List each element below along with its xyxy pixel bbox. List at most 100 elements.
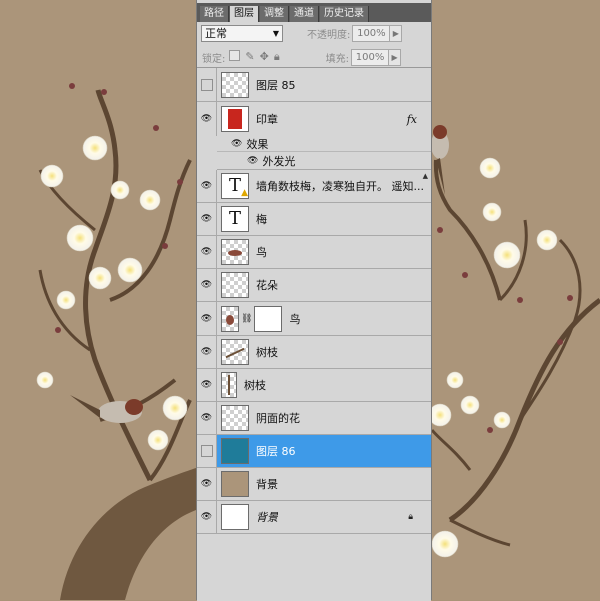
visibility-toggle[interactable]: 👁︎ xyxy=(197,302,217,335)
layer-thumbnail xyxy=(221,339,249,365)
layer-thumbnail xyxy=(221,106,249,132)
eye-icon: 👁︎ xyxy=(200,214,213,224)
blend-opacity-row: 正常 ▼ 不透明度: 100% ▶ xyxy=(197,22,431,44)
visibility-toggle[interactable]: 👁︎ xyxy=(197,203,217,235)
layer-row[interactable]: 图层 86 xyxy=(197,435,431,468)
layer-thumbnail xyxy=(221,305,239,332)
layer-name: 图层 85 xyxy=(256,78,296,92)
layer-thumbnail xyxy=(221,504,249,530)
bird-icon xyxy=(226,314,234,325)
visibility-toggle[interactable]: 👁︎ xyxy=(197,402,217,434)
effect-item-row[interactable]: 👁︎ 外发光 xyxy=(217,152,431,170)
tab-paths[interactable]: 路径 xyxy=(200,6,229,22)
effects-row[interactable]: 👁︎ 效果 xyxy=(217,136,431,152)
layer-thumbnail xyxy=(221,438,249,464)
layer-thumbnail: T xyxy=(221,206,249,232)
lock-brush-icon[interactable]: ✎ xyxy=(245,50,254,64)
blend-mode-select[interactable]: 正常 ▼ xyxy=(201,24,283,42)
visibility-toggle[interactable] xyxy=(197,68,217,101)
layer-row[interactable]: 👁︎ 花朵 xyxy=(197,269,431,302)
mask-link-icon[interactable]: ⛓ xyxy=(241,314,252,324)
eye-icon: 👁︎ xyxy=(200,380,213,390)
visibility-toggle[interactable]: 👁︎ xyxy=(197,170,217,202)
eye-icon: 👁︎ xyxy=(200,181,213,191)
seal-icon xyxy=(228,109,242,129)
fill-arrow-icon[interactable]: ▶ xyxy=(389,48,402,66)
layer-row[interactable]: 👁︎ 背景 🔒︎ xyxy=(197,501,431,534)
layer-name: 背景 xyxy=(256,511,278,524)
visibility-toggle[interactable]: 👁︎ xyxy=(197,102,217,136)
eye-icon: 👁︎ xyxy=(231,138,243,149)
eye-icon: 👁︎ xyxy=(200,114,213,124)
layer-row[interactable]: 👁︎ 背景 xyxy=(197,468,431,501)
lock-transparent-icon[interactable] xyxy=(229,50,241,61)
eye-icon: 👁︎ xyxy=(200,512,213,522)
tab-adjustments[interactable]: 调整 xyxy=(260,6,289,22)
lock-move-icon[interactable]: ✥ xyxy=(260,50,269,64)
bird-icon xyxy=(228,250,242,256)
eye-icon: 👁︎ xyxy=(200,280,213,290)
eye-icon: 👁︎ xyxy=(200,313,213,324)
layer-name: 树枝 xyxy=(244,379,266,392)
opacity-label: 不透明度: xyxy=(307,29,351,41)
visibility-toggle[interactable]: 👁︎ xyxy=(197,369,217,401)
warning-icon: ▲ xyxy=(241,188,248,198)
layer-name: 树枝 xyxy=(256,346,278,359)
layer-row[interactable]: 👁︎ T ▲ 墙角数枝梅，凌寒独自开。 遥知... xyxy=(197,170,431,203)
visibility-toggle[interactable]: 👁︎ xyxy=(197,501,217,533)
effects-label: 效果 xyxy=(246,137,269,151)
fill-field[interactable]: 100% xyxy=(351,48,390,66)
layer-thumbnail xyxy=(221,71,249,98)
visibility-toggle[interactable]: 👁︎ xyxy=(197,336,217,368)
layer-name: 鸟 xyxy=(289,312,301,326)
layer-mask-thumbnail[interactable] xyxy=(254,305,283,332)
tab-channels[interactable]: 通道 xyxy=(290,6,319,22)
layer-thumbnail xyxy=(221,239,249,265)
hidden-box-icon xyxy=(200,78,213,91)
layer-name: 阴面的花 xyxy=(256,412,300,425)
tab-history[interactable]: 历史记录 xyxy=(320,6,369,22)
layer-thumbnail xyxy=(221,372,237,398)
layer-row[interactable]: 👁︎ 印章 fx xyxy=(197,102,431,136)
layer-name: 梅 xyxy=(256,213,267,226)
chevron-down-icon: ▼ xyxy=(272,28,279,38)
opacity-arrow-icon[interactable]: ▶ xyxy=(390,24,403,42)
layer-thumbnail xyxy=(221,272,249,298)
layer-row[interactable]: 图层 85 xyxy=(197,68,431,102)
layer-name: 花朵 xyxy=(256,279,278,292)
layer-list: 图层 85 👁︎ 印章 fx 👁︎ 效果 👁︎ 外发光 ▲ 👁︎ T ▲ 墙角数… xyxy=(197,67,431,601)
fx-icon[interactable]: fx xyxy=(407,113,417,126)
layer-row[interactable]: 👁︎ 树枝 xyxy=(197,369,431,402)
tab-layers[interactable]: 图层 xyxy=(230,6,259,22)
panel-tab-bar: 路径 图层 调整 通道 历史记录 xyxy=(197,3,431,22)
layer-name: 鸟 xyxy=(256,246,267,259)
hidden-box-icon xyxy=(200,445,213,457)
eye-icon: 👁︎ xyxy=(200,347,213,357)
eye-icon: 👁︎ xyxy=(247,155,259,166)
text-layer-icon: T xyxy=(228,208,241,229)
lock-icon: 🔒︎ xyxy=(408,512,413,522)
lock-all-icon[interactable]: 🔒︎ xyxy=(274,50,280,64)
layer-row[interactable]: 👁︎ T 梅 xyxy=(197,203,431,236)
layer-row[interactable]: 👁︎ 树枝 xyxy=(197,336,431,369)
layer-name: 印章 xyxy=(256,113,278,126)
eye-icon: 👁︎ xyxy=(200,479,213,489)
eye-icon: 👁︎ xyxy=(200,247,213,257)
lock-fill-row: 锁定: ✎ ✥ 🔒︎ 填充: 100% ▶ xyxy=(197,46,431,68)
fill-label: 填充: xyxy=(325,53,350,65)
visibility-toggle[interactable]: 👁︎ xyxy=(197,269,217,301)
layer-name: 图层 86 xyxy=(256,445,296,458)
layer-row[interactable]: 👁︎ 阴面的花 xyxy=(197,402,431,435)
text-layer-icon: T xyxy=(228,175,241,196)
layer-thumbnail xyxy=(221,405,249,431)
visibility-toggle[interactable]: 👁︎ xyxy=(197,236,217,268)
visibility-toggle[interactable]: 👁︎ xyxy=(197,468,217,500)
lock-label: 锁定: xyxy=(202,53,226,65)
branch-icon xyxy=(228,375,230,395)
layer-thumbnail xyxy=(221,471,249,497)
visibility-toggle[interactable] xyxy=(197,435,217,467)
layer-row[interactable]: 👁︎ 鸟 xyxy=(197,236,431,269)
opacity-field[interactable]: 100% xyxy=(352,24,391,42)
layer-row[interactable]: 👁︎ ⛓ 鸟 xyxy=(197,302,431,336)
layer-name: 背景 xyxy=(256,478,278,491)
